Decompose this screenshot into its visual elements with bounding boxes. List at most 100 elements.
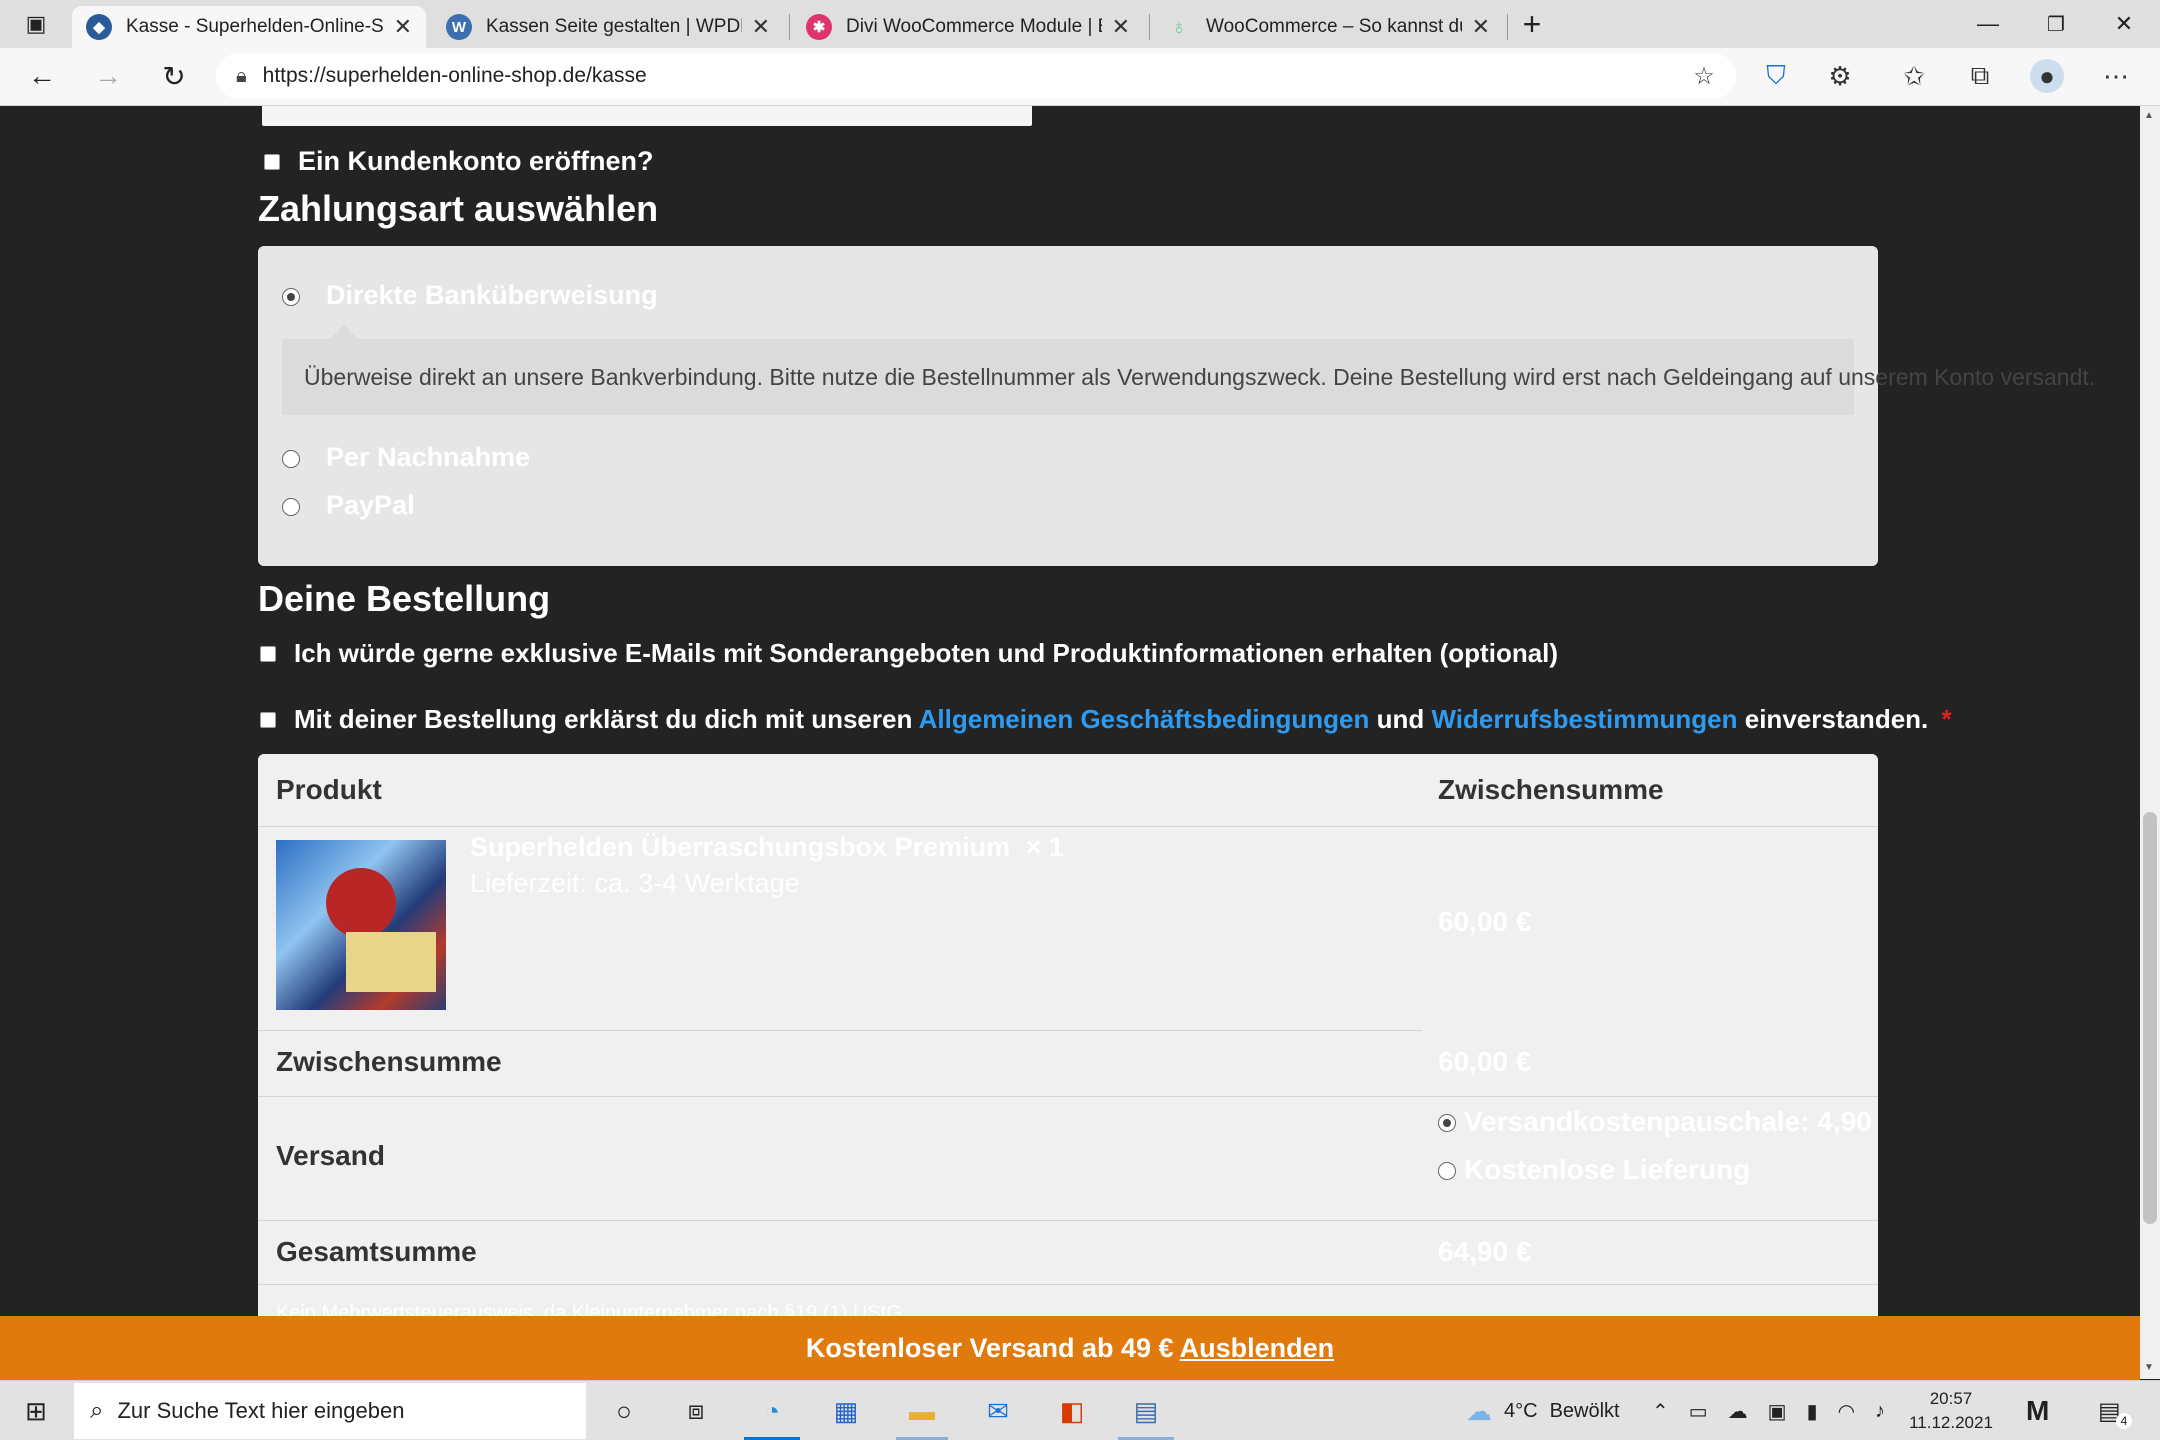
- row-divider: [258, 826, 1878, 827]
- shipping-option-free[interactable]: Kostenlose Lieferung: [1464, 1154, 1750, 1186]
- page-viewport: Ein Kundenkonto eröffnen? Zahlungsart au…: [0, 106, 2140, 1379]
- tab-kasse[interactable]: ◆ Kasse - Superhelden-Online-Shop ✕: [72, 6, 426, 48]
- order-heading: Deine Bestellung: [258, 578, 551, 619]
- form-input-remnant[interactable]: [262, 106, 1032, 126]
- shipping-option-flat[interactable]: Versandkostenpauschale: 4,90 €: [1464, 1106, 1878, 1138]
- product-name: Superhelden Überraschungsbox Premium: [470, 832, 1011, 862]
- volume-icon[interactable]: ♪: [1875, 1400, 1885, 1423]
- wifi-icon[interactable]: ◠: [1838, 1399, 1855, 1424]
- row-divider: [258, 1220, 1878, 1221]
- scrollbar-thumb[interactable]: [2143, 812, 2157, 1224]
- payment-radio-cod[interactable]: [282, 450, 300, 468]
- address-bar[interactable]: 🔒︎ https://superhelden-online-shop.de/ka…: [216, 53, 1736, 99]
- shipping-radio-flat[interactable]: [1438, 1114, 1456, 1132]
- minimize-button[interactable]: —: [1968, 4, 2008, 44]
- edge-browser-icon[interactable]: ◔: [750, 1389, 794, 1433]
- calculator-icon[interactable]: ▤: [1124, 1389, 1168, 1433]
- cortana-icon[interactable]: ○: [602, 1389, 646, 1433]
- favorites-icon[interactable]: ✩: [1894, 56, 1934, 96]
- more-menu-icon[interactable]: ⋯: [2096, 56, 2136, 96]
- microsoft-store-icon[interactable]: ▦: [824, 1389, 868, 1433]
- back-arrow-icon[interactable]: ←: [22, 56, 62, 96]
- bank-transfer-description: Überweise direkt an unsere Bankverbindun…: [282, 325, 2095, 415]
- agb-link[interactable]: Allgemeinen Geschäftsbedingungen: [919, 704, 1370, 734]
- superhero-shop-favicon-icon: ◆: [86, 14, 112, 40]
- extension-shield-icon[interactable]: ⛉: [1756, 56, 1796, 96]
- banner-dismiss-link[interactable]: Ausblenden: [1180, 1333, 1335, 1364]
- payment-radio-bank[interactable]: [282, 288, 300, 306]
- close-tab-icon[interactable]: ✕: [1472, 14, 1490, 40]
- total-value: 64,90 €: [1438, 1236, 1532, 1267]
- tab-title: Kassen Seite gestalten | WPDE.org: [486, 16, 742, 37]
- lightbulb-favicon-icon: ♁: [1166, 14, 1192, 40]
- clock-time: 20:57: [1929, 1389, 1973, 1408]
- chevron-up-icon[interactable]: ⌃: [1652, 1399, 1669, 1424]
- add-favorite-icon[interactable]: ☆: [1684, 56, 1724, 96]
- subtotal-value: 60,00 €: [1438, 1046, 1532, 1077]
- file-explorer-icon[interactable]: ▬: [900, 1389, 944, 1433]
- notification-center-icon[interactable]: ▤ 4: [2098, 1381, 2132, 1440]
- tab-title: WooCommerce – So kannst du d: [1206, 16, 1462, 37]
- payment-heading: Zahlungsart auswählen: [258, 188, 659, 229]
- extensions-puzzle-icon[interactable]: ⚙: [1820, 56, 1860, 96]
- row-divider: [258, 1096, 1878, 1097]
- collections-icon[interactable]: ⧉: [1960, 56, 2000, 96]
- windows-start-icon[interactable]: ⊞: [14, 1389, 58, 1433]
- cloud-icon: ☁: [1466, 1395, 1492, 1426]
- clock-date: 11.12.2021: [1909, 1413, 1993, 1432]
- close-tab-icon[interactable]: ✕: [1112, 14, 1130, 40]
- product-price: 60,00 €: [1438, 906, 1532, 937]
- search-placeholder: Zur Suche Text hier eingeben: [117, 1398, 405, 1423]
- weather-temp: 4°C: [1504, 1399, 1538, 1422]
- notification-badge: 4: [2116, 1413, 2132, 1429]
- delivery-time: Lieferzeit: ca. 3-4 Werktage: [470, 868, 800, 898]
- new-tab-button[interactable]: +: [1512, 4, 1552, 44]
- product-thumbnail[interactable]: [276, 840, 446, 1010]
- scroll-down-icon[interactable]: ▼: [2144, 1362, 2154, 1373]
- bank-description-text: Überweise direkt an unsere Bankverbindun…: [304, 363, 2096, 390]
- tab-wpde[interactable]: W Kassen Seite gestalten | WPDE.org ✕: [432, 6, 784, 48]
- required-mark: *: [1941, 704, 1952, 734]
- subtotal-label: Zwischensumme: [276, 1046, 502, 1077]
- mail-icon[interactable]: ✉: [976, 1389, 1020, 1433]
- shipping-radio-free[interactable]: [1438, 1162, 1456, 1180]
- close-tab-icon[interactable]: ✕: [394, 14, 412, 40]
- system-tray: ⌃ ▭ ☁ ▣ ▮ ◠ ♪: [1652, 1381, 1885, 1440]
- weather-widget[interactable]: ☁ 4°C Bewölkt: [1466, 1381, 1620, 1440]
- browser-toolbar: ← → ↻ 🔒︎ https://superhelden-online-shop…: [0, 48, 2160, 106]
- app-m-icon[interactable]: M: [2026, 1381, 2049, 1440]
- create-account-checkbox[interactable]: [264, 154, 280, 170]
- scroll-up-icon[interactable]: ▲: [2144, 110, 2154, 121]
- tab-actions-icon[interactable]: ▣: [16, 4, 56, 44]
- revocation-link[interactable]: Widerrufsbestimmungen: [1431, 704, 1737, 734]
- product-name-line[interactable]: Superhelden Überraschungsbox Premium × 1: [470, 832, 1064, 863]
- tab-woocommerce[interactable]: ♁ WooCommerce – So kannst du d ✕: [1152, 6, 1504, 48]
- divi-favicon-icon: ✱: [806, 14, 832, 40]
- close-window-button[interactable]: ✕: [2104, 4, 2144, 44]
- forward-arrow-icon[interactable]: →: [88, 56, 128, 96]
- reload-icon[interactable]: ↻: [154, 56, 194, 96]
- onedrive-icon[interactable]: ☁: [1728, 1399, 1748, 1424]
- clock[interactable]: 20:57 11.12.2021: [1906, 1381, 1996, 1440]
- product-quantity: × 1: [1025, 832, 1064, 862]
- payment-radio-paypal[interactable]: [282, 498, 300, 516]
- battery-icon[interactable]: ▮: [1807, 1399, 1818, 1424]
- terms-label: Mit deiner Bestellung erklärst du dich m…: [294, 704, 1952, 735]
- tab-divi[interactable]: ✱ Divi WooCommerce Module | Ele ✕: [792, 6, 1144, 48]
- payment-label-paypal[interactable]: PayPal: [326, 490, 415, 521]
- payment-label-bank[interactable]: Direkte Banküberweisung: [326, 280, 658, 311]
- newsletter-checkbox[interactable]: [260, 646, 276, 662]
- payment-label-cod[interactable]: Per Nachnahme: [326, 442, 530, 473]
- profile-avatar[interactable]: ●: [2030, 59, 2064, 93]
- terms-middle: und: [1376, 704, 1425, 734]
- close-tab-icon[interactable]: ✕: [752, 14, 770, 40]
- restore-button[interactable]: ❐: [2036, 4, 2076, 44]
- create-account-label: Ein Kundenkonto eröffnen?: [298, 146, 654, 176]
- windows-taskbar: ⊞ ⌕ Zur Suche Text hier eingeben ○ ⧈ ◔ ▦…: [0, 1380, 2160, 1440]
- terms-checkbox[interactable]: [260, 712, 276, 728]
- task-view-icon[interactable]: ⧈: [674, 1389, 718, 1433]
- taskbar-search-box[interactable]: ⌕ Zur Suche Text hier eingeben: [74, 1383, 586, 1439]
- meet-now-icon[interactable]: ▭: [1689, 1399, 1708, 1424]
- display-icon[interactable]: ▣: [1768, 1399, 1787, 1424]
- office-icon[interactable]: ◧: [1050, 1389, 1094, 1433]
